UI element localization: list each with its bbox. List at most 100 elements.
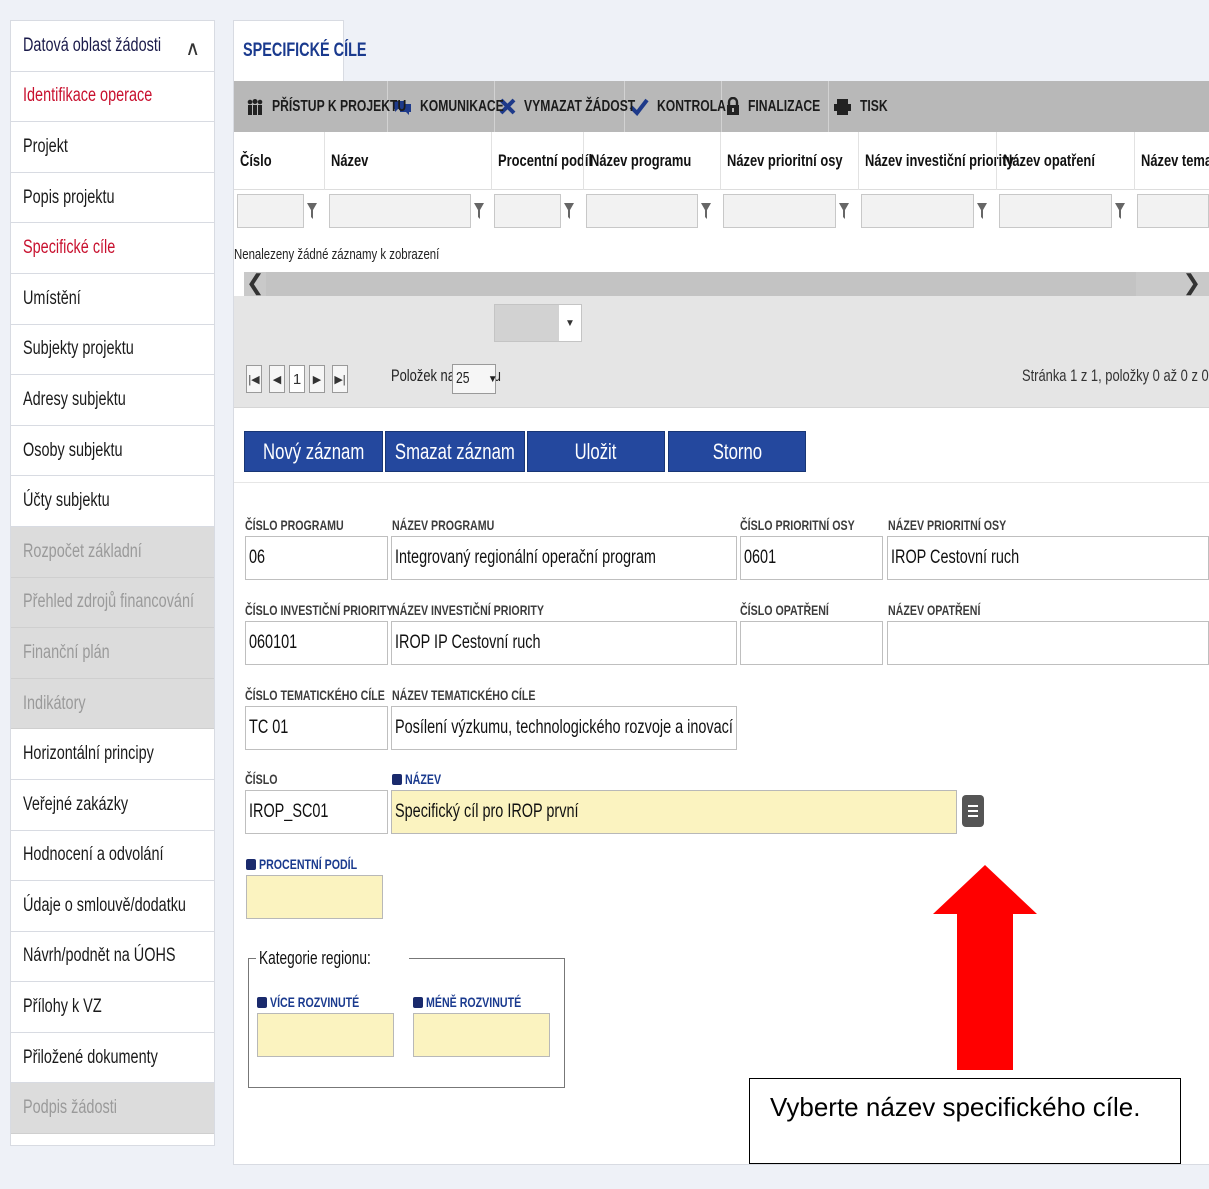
new-record-button[interactable]: Nový záznam — [244, 431, 383, 472]
more-developed-field[interactable] — [257, 1013, 394, 1057]
delete-request-button[interactable]: VYMAZAT ŽÁDOST — [495, 81, 635, 132]
sidebar-item-label: Návrh/podnět na ÚOHS — [23, 945, 176, 967]
measure-number-field[interactable] — [740, 621, 883, 665]
theme-name-label: Název tematického cíle — [392, 687, 536, 703]
sidebar-item-label: Specifické cíle — [23, 237, 116, 259]
theme-number-field[interactable]: TC 01 — [245, 706, 388, 750]
group-row: ▼ — [234, 296, 1209, 347]
sidebar-item[interactable]: Subjekty projektu — [11, 325, 214, 376]
sidebar-item[interactable]: Veřejné zakázky — [11, 780, 214, 831]
less-developed-field[interactable] — [413, 1013, 550, 1057]
priority-number-field[interactable]: 060101 — [245, 621, 388, 665]
filter-input[interactable] — [999, 194, 1112, 228]
filter-icon[interactable] — [304, 194, 320, 228]
column-header-theme-name[interactable]: Název tematického — [1134, 132, 1209, 190]
column-header-percent[interactable]: Procentní podíl — [491, 132, 592, 190]
filter-icon[interactable] — [471, 194, 487, 228]
axis-name-field[interactable]: IROP Cestovní ruch — [887, 536, 1209, 580]
filter-icon[interactable] — [698, 194, 714, 228]
info-icon — [413, 996, 423, 1008]
first-page-icon[interactable]: |◀ — [246, 365, 262, 393]
percent-field[interactable] — [246, 875, 383, 919]
number-field[interactable]: IROP_SC01 — [245, 790, 388, 834]
sidebar-item[interactable]: Identifikace operace — [11, 72, 214, 123]
current-page[interactable]: 1 — [289, 365, 305, 393]
filter-priority-name — [861, 194, 990, 228]
number-label: Číslo — [245, 771, 278, 787]
prev-page-icon[interactable]: ◀ — [269, 365, 285, 393]
sidebar-item[interactable]: Umístění — [11, 274, 214, 325]
measure-name-field[interactable] — [887, 621, 1209, 665]
dropdown-arrow-icon[interactable]: ▼ — [559, 305, 581, 341]
filter-input[interactable] — [861, 194, 974, 228]
sidebar-item[interactable]: Projekt — [11, 122, 214, 173]
filter-icon[interactable] — [1112, 194, 1128, 228]
filter-icon[interactable] — [836, 194, 852, 228]
sidebar-item[interactable]: Přílohy k VZ — [11, 982, 214, 1033]
program-name-field[interactable]: Integrovaný regionální operační program — [391, 536, 737, 580]
priority-name-field[interactable]: IROP IP Cestovní ruch — [391, 621, 737, 665]
sidebar-header[interactable]: Datová oblast žádosti ∧ — [11, 21, 214, 72]
scrollbar-thumb[interactable] — [266, 272, 1136, 296]
sidebar-item-label: Účty subjektu — [23, 490, 110, 512]
finalize-button[interactable]: FINALIZACE — [722, 81, 829, 132]
horizontal-scrollbar[interactable]: ❮ ❯ — [244, 270, 1209, 296]
theme-name-field[interactable]: Posílení výzkumu, technologického rozvoj… — [391, 706, 737, 750]
filter-input[interactable] — [329, 194, 471, 228]
sidebar: Datová oblast žádosti ∧ Identifikace ope… — [10, 20, 215, 1146]
tab-specific-goals[interactable]: SPECIFICKÉ CÍLE — [233, 20, 367, 81]
chevron-right-icon[interactable]: ❯ — [1183, 270, 1201, 296]
last-page-icon[interactable]: ▶| — [332, 365, 348, 393]
sidebar-item: Indikátory — [11, 678, 214, 730]
axis-number-field[interactable]: 0601 — [740, 536, 883, 580]
filter-input[interactable] — [1137, 194, 1209, 228]
cancel-button[interactable]: Storno — [668, 431, 806, 472]
print-button[interactable]: TISK — [829, 81, 899, 132]
page-size-select[interactable]: 25 ▼ — [452, 364, 498, 394]
group-select[interactable]: ▼ — [494, 304, 582, 342]
sidebar-item[interactable]: Hodnocení a odvolání — [11, 831, 214, 882]
sidebar-item[interactable]: Osoby subjektu — [11, 426, 214, 477]
filter-input[interactable] — [586, 194, 698, 228]
sidebar-item[interactable]: Horizontální principy — [11, 729, 214, 780]
check-button[interactable]: KONTROLA — [625, 81, 726, 132]
column-header-number[interactable]: Číslo — [234, 132, 324, 190]
column-header-program-name[interactable]: Název programu — [583, 132, 720, 190]
sidebar-item[interactable]: Přiložené dokumenty — [11, 1033, 214, 1084]
info-icon — [257, 996, 267, 1008]
tab-strip — [233, 20, 1209, 81]
sidebar-item[interactable]: Popis projektu — [11, 173, 214, 224]
sidebar-item-label: Identifikace operace — [23, 85, 153, 107]
access-button[interactable]: PŘÍSTUP K PROJEKTU — [242, 81, 406, 132]
sidebar-header-label: Datová oblast žádosti — [23, 34, 162, 56]
more-developed-label: Více rozvinuté — [257, 994, 387, 1010]
dropdown-arrow-icon: ▼ — [487, 373, 498, 385]
column-header-priority-name[interactable]: Název investiční priority — [858, 132, 1014, 190]
delete-record-button[interactable]: Smazat záznam — [385, 431, 525, 472]
sidebar-item: Finanční plán — [11, 628, 214, 679]
list-picker-icon[interactable] — [962, 795, 984, 827]
name-field[interactable]: Specifický cíl pro IROP první — [391, 790, 957, 834]
measure-number-label: Číslo opatření — [740, 602, 829, 618]
region-category-legend: Kategorie regionu: — [256, 948, 410, 969]
column-header-name[interactable]: Název — [324, 132, 491, 190]
filter-input[interactable] — [723, 194, 836, 228]
column-header-measure-name[interactable]: Název opatření — [996, 132, 1134, 190]
sidebar-item[interactable]: Adresy subjektu — [11, 375, 214, 426]
save-button[interactable]: Uložit — [527, 431, 665, 472]
filter-icon[interactable] — [561, 194, 577, 228]
sidebar-item[interactable]: Návrh/podnět na ÚOHS — [11, 932, 214, 983]
sidebar-item[interactable]: Specifické cíle — [11, 223, 214, 274]
chevron-up-icon[interactable]: ∧ — [185, 36, 200, 61]
sidebar-item-label: Hodnocení a odvolání — [23, 844, 164, 866]
column-header-axis-name[interactable]: Název prioritní osy — [720, 132, 858, 190]
chevron-left-icon[interactable]: ❮ — [246, 270, 264, 296]
filter-icon[interactable] — [974, 194, 990, 228]
info-icon — [392, 773, 402, 785]
sidebar-item[interactable]: Účty subjektu — [11, 476, 214, 527]
filter-input[interactable] — [494, 194, 561, 228]
next-page-icon[interactable]: ▶ — [309, 365, 325, 393]
sidebar-item[interactable]: Údaje o smlouvě/dodatku — [11, 881, 214, 932]
program-number-field[interactable]: 06 — [245, 536, 388, 580]
filter-input[interactable] — [237, 194, 304, 228]
